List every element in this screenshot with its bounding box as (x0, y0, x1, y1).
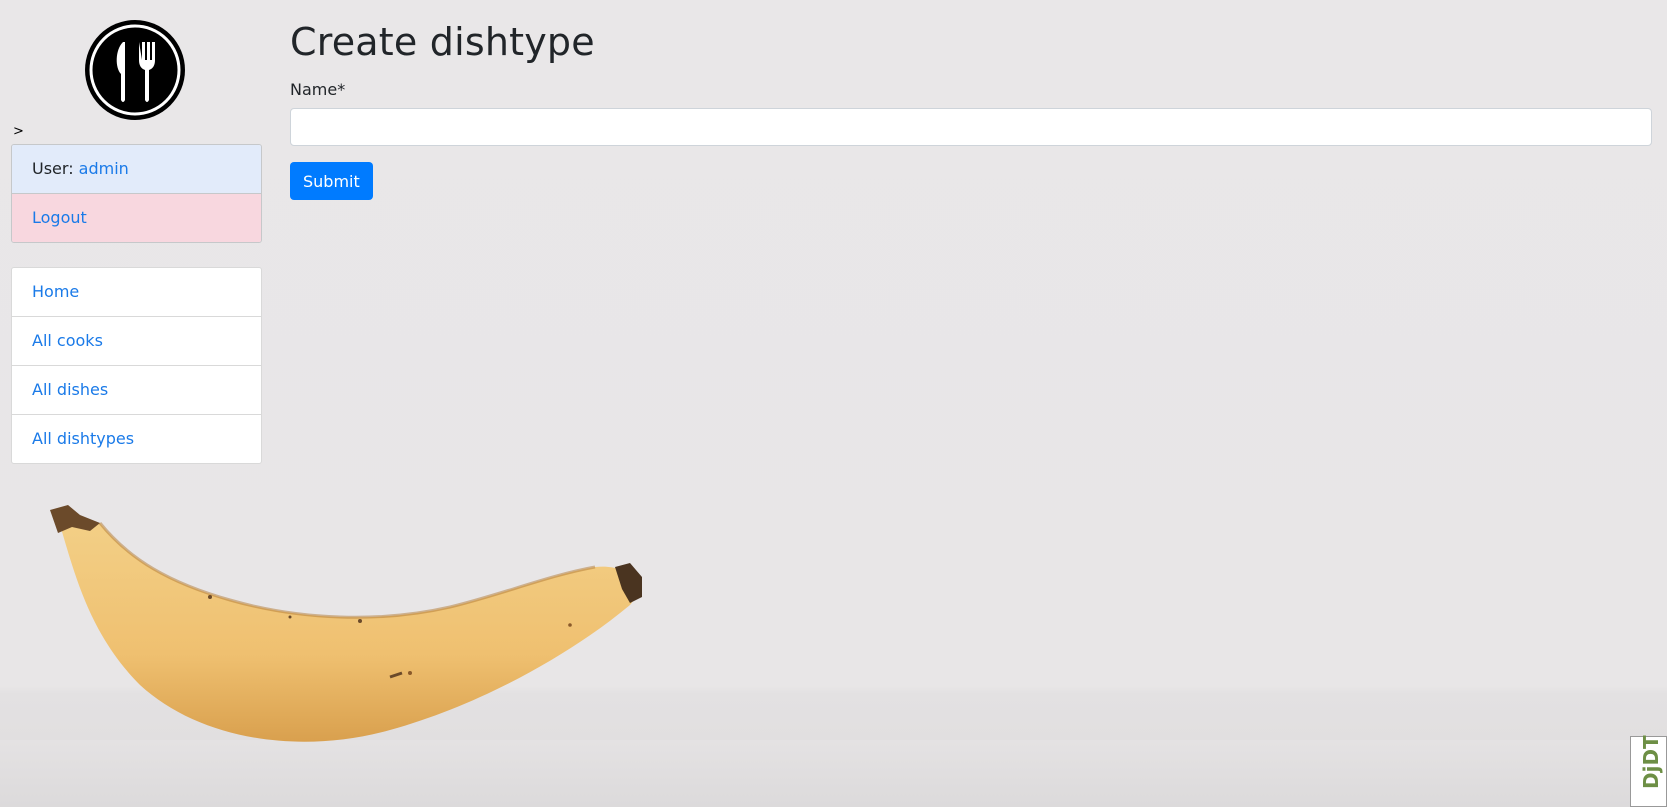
page-title: Create dishtype (290, 20, 595, 64)
username-link[interactable]: admin (79, 159, 129, 178)
sidebar-item-label[interactable]: All dishes (32, 380, 108, 399)
sidebar-item-all-dishes[interactable]: All dishes (12, 366, 261, 415)
name-field-label: Name* (290, 80, 346, 99)
user-label: User: (32, 159, 79, 178)
sidebar-item-label[interactable]: All dishtypes (32, 429, 134, 448)
logout-item[interactable]: Logout (12, 194, 261, 242)
debug-toolbar-handle[interactable]: DjDT (1630, 735, 1667, 807)
submit-button[interactable]: Submit (290, 162, 373, 200)
sidebar-item-label[interactable]: Home (32, 282, 79, 301)
restaurant-logo (85, 20, 185, 120)
sidebar-toggle[interactable]: > (13, 124, 24, 139)
sidebar-item-home[interactable]: Home (12, 268, 261, 317)
sidebar-item-label[interactable]: All cooks (32, 331, 103, 350)
debug-toolbar-label: DjDT (1639, 735, 1663, 789)
logout-link[interactable]: Logout (32, 208, 87, 227)
sidebar-nav: Home All cooks All dishes All dishtypes (11, 267, 262, 464)
user-info: User: admin (12, 145, 261, 194)
sidebar-item-all-dishtypes[interactable]: All dishtypes (12, 415, 261, 463)
user-panel: User: admin Logout (11, 144, 262, 243)
fork-knife-icon (89, 24, 181, 116)
banana-image (50, 505, 642, 742)
name-input[interactable] (290, 108, 1652, 146)
sidebar-item-all-cooks[interactable]: All cooks (12, 317, 261, 366)
